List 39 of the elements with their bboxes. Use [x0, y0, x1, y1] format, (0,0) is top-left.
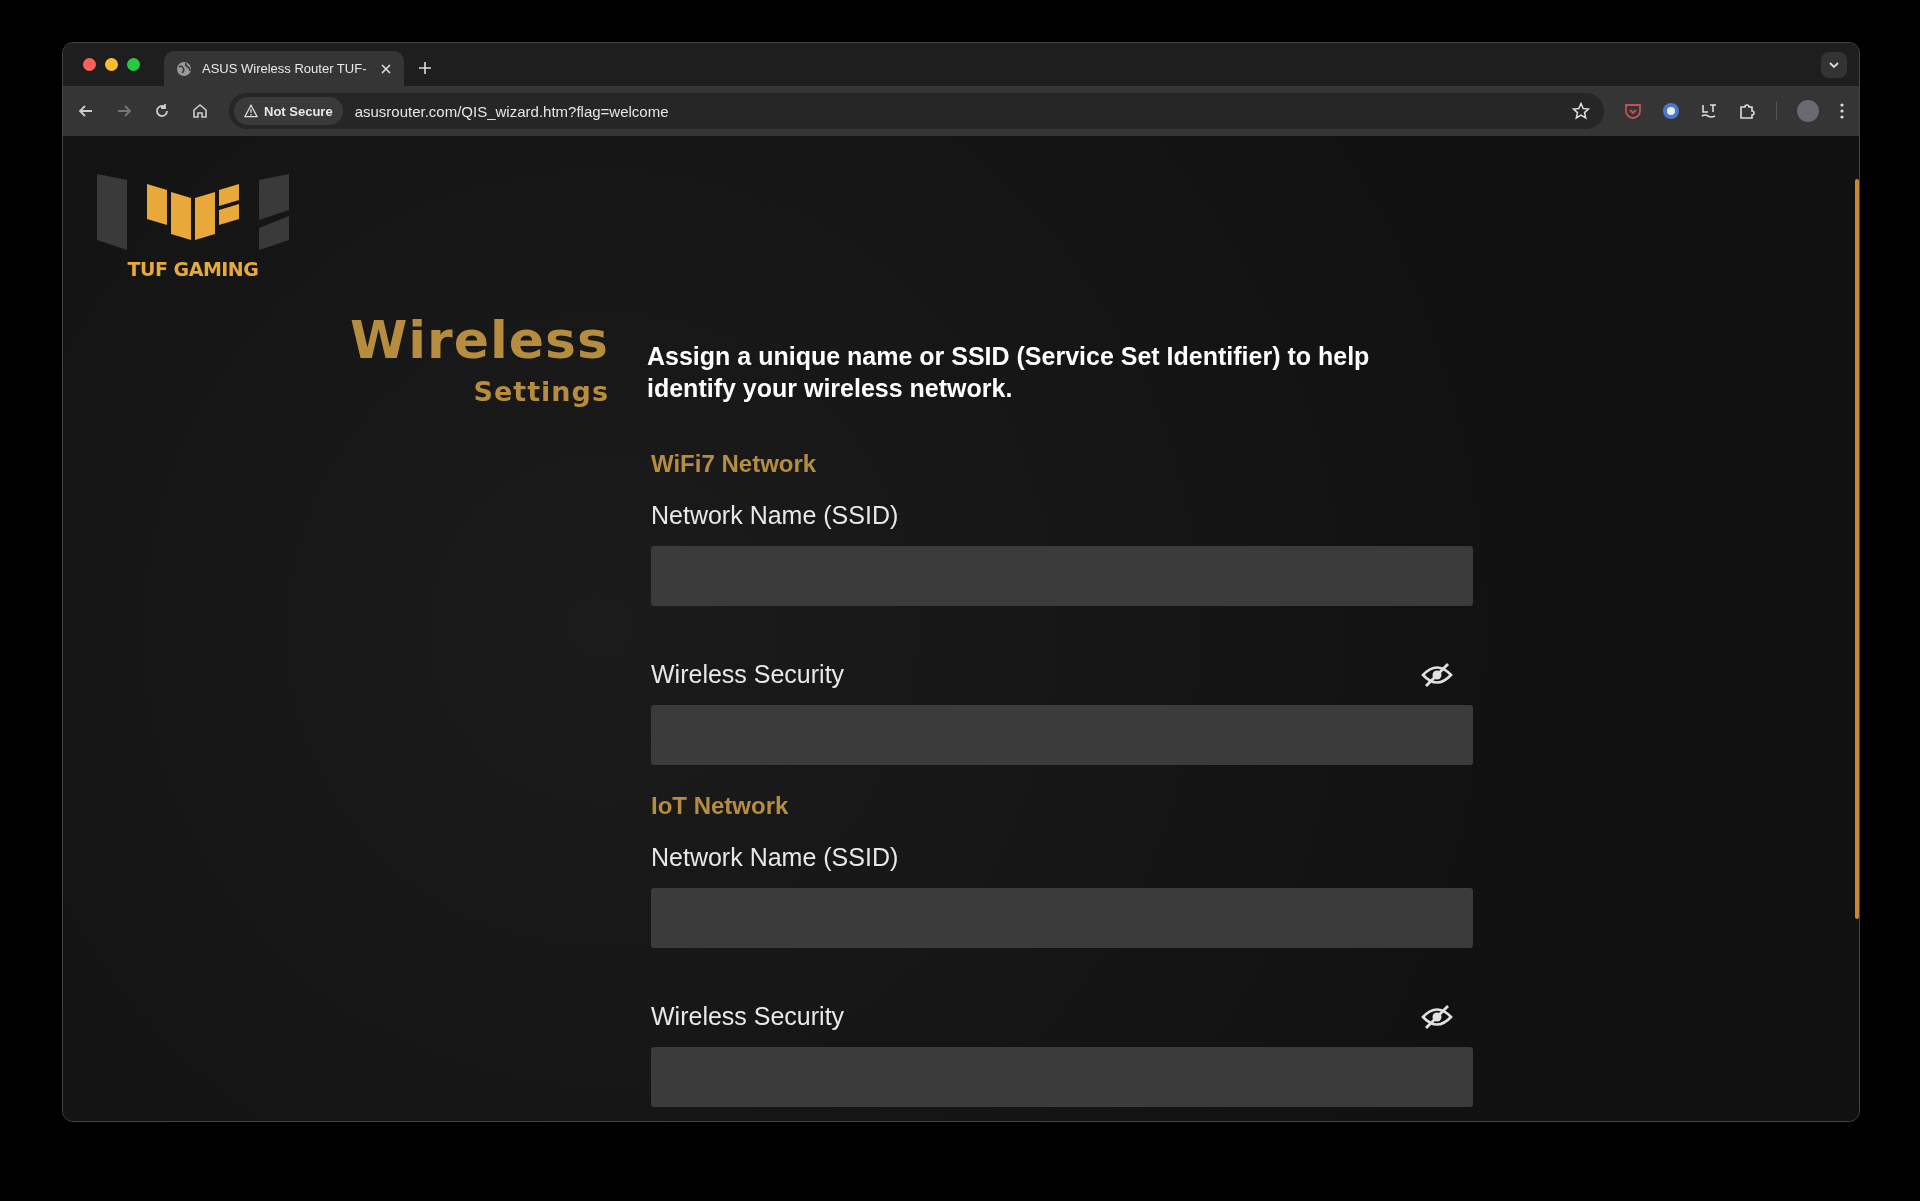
- field-label: Network Name (SSID): [651, 501, 899, 530]
- section-title: WiFi7 Network: [651, 450, 818, 478]
- target-extension-icon[interactable]: [1662, 102, 1680, 120]
- close-window-button[interactable]: [83, 58, 96, 71]
- tab-search-button[interactable]: [1821, 51, 1847, 78]
- new-tab-icon[interactable]: [418, 61, 432, 75]
- field-label: Network Name (SSID): [651, 843, 899, 872]
- password-field[interactable]: [651, 705, 1473, 765]
- hidden-eye-icon[interactable]: [1421, 1003, 1453, 1030]
- scrollbar-thumb[interactable]: [1855, 179, 1859, 919]
- lt-extension-icon[interactable]: [1700, 102, 1718, 120]
- home-icon[interactable]: [191, 102, 209, 120]
- description-text: Assign a unique name or SSID (Service Set Identifier) to help identify your wireless network.: [647, 341, 1371, 404]
- logo-text: TUF GAMING: [127, 258, 259, 280]
- minimize-window-button[interactable]: [105, 58, 118, 71]
- browser-tab[interactable]: ASUS Wireless Router TUF-: [164, 51, 404, 86]
- address-bar[interactable]: Not Secure asusrouter.com/QIS_wizard.htm?flag=welcome: [229, 93, 1604, 129]
- field-label: Wireless Security: [651, 660, 845, 689]
- bookmark-star-icon[interactable]: [1572, 102, 1590, 120]
- hidden-eye-icon[interactable]: [1421, 661, 1453, 688]
- reload-icon[interactable]: [153, 102, 171, 120]
- more-menu-icon[interactable]: [1839, 102, 1845, 120]
- globe-icon: [176, 60, 192, 77]
- puzzle-icon[interactable]: [1738, 102, 1756, 120]
- page-subheading: Settings: [472, 376, 609, 407]
- warning-icon: [244, 104, 258, 118]
- section-title: IoT Network: [651, 792, 790, 820]
- page-heading: Wireless: [348, 310, 609, 370]
- tab-title: ASUS Wireless Router TUF-: [202, 61, 368, 76]
- url-text: asusrouter.com/QIS_wizard.htm?flag=welcome: [354, 102, 669, 120]
- shield-extension-icon[interactable]: [1624, 102, 1642, 120]
- ssid-field[interactable]: [651, 546, 1473, 606]
- security-label: Not Secure: [264, 103, 333, 119]
- field-label: Wireless Security: [651, 1002, 845, 1031]
- password-field[interactable]: [651, 1047, 1473, 1107]
- close-tab-icon[interactable]: [380, 62, 392, 75]
- maximize-window-button[interactable]: [127, 58, 140, 71]
- security-chip[interactable]: Not Secure: [234, 97, 343, 125]
- ssid-field[interactable]: [651, 888, 1473, 948]
